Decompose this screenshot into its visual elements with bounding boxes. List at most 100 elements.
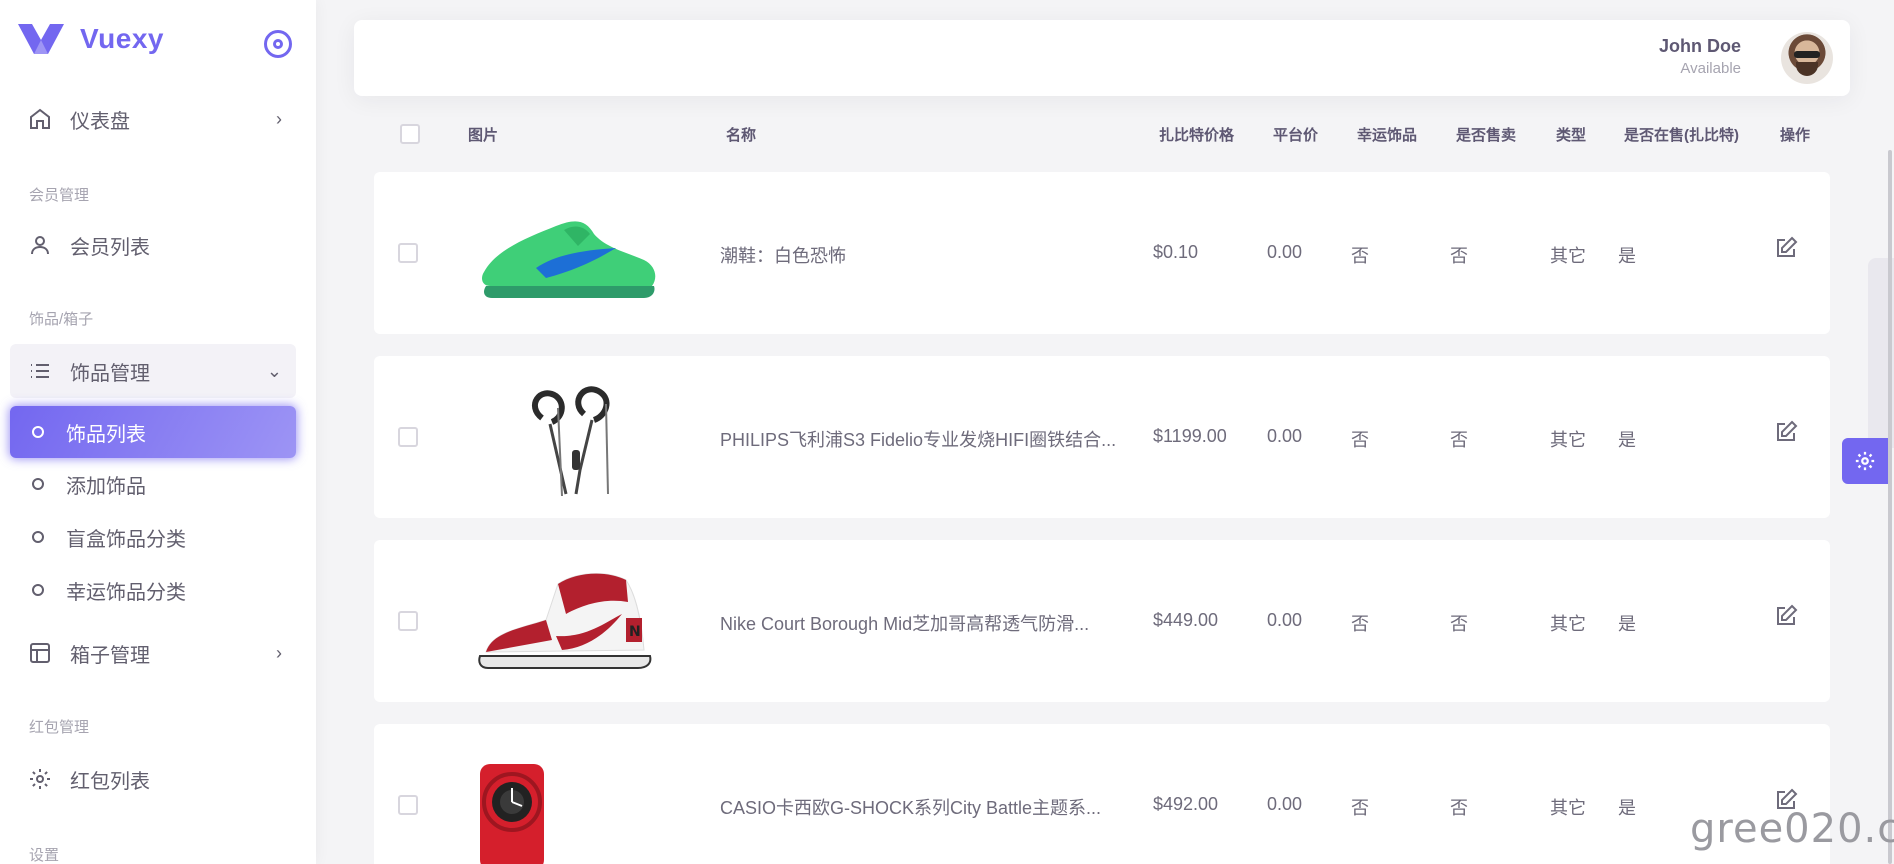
gear-icon [28,767,52,791]
cell-for-sale: 否 [1450,614,1468,634]
sidebar-item-label: 会员列表 [70,236,150,259]
sidebar-item-label: 幸运饰品分类 [66,581,186,604]
scrollbar[interactable] [1888,150,1892,864]
cell-platform-price: 0.00 [1267,794,1303,814]
cell-for-sale: 否 [1450,798,1468,818]
cell-name: PHILIPS飞利浦S3 Fidelio专业发烧HIFI圈铁结合... [720,430,1117,450]
edit-icon[interactable] [1774,604,1798,628]
chevron-right-icon: › [276,642,282,663]
sidebar-item-redpacket-list[interactable]: 红包列表 [10,752,296,806]
chevron-down-icon: ⌄ [266,360,282,381]
row-checkbox[interactable] [398,243,418,263]
sidebar-subitem-lucky-category[interactable]: 幸运饰品分类 [10,564,296,616]
edit-icon[interactable] [1774,236,1798,260]
sidebar-item-item-mgmt[interactable]: 饰品管理 ⌄ [10,344,296,398]
cell-zbt-price: $449.00 [1153,610,1219,630]
cell-zbt-on-sale: 是 [1618,798,1636,818]
section-header-redpacket: 红包管理 [29,719,90,736]
avatar-beard [1796,62,1818,76]
select-all-checkbox[interactable] [400,124,420,144]
cell-zbt-price: $492.00 [1153,794,1219,814]
top-navbar: John Doe Available [354,20,1850,96]
sidebar-item-label: 仪表盘 [70,110,130,133]
brand-name: Vuexy [80,23,164,54]
row-checkbox[interactable] [398,795,418,815]
avatar[interactable] [1781,32,1833,84]
cell-lucky: 否 [1351,798,1369,818]
header-actions: 操作 [1780,127,1811,144]
red-sneaker-image: N [478,573,652,669]
cell-zbt-on-sale: 是 [1618,430,1636,450]
cell-name: 潮鞋：白色恐怖 [720,246,846,266]
user-status: Available [1680,60,1741,77]
section-header-settings: 设置 [29,847,60,864]
header-platform-price: 平台价 [1273,127,1319,144]
header-for-sale: 是否售卖 [1456,127,1517,144]
cell-type: 其它 [1550,246,1586,266]
header-image: 图片 [468,127,499,144]
cell-name: Nike Court Borough Mid芝加哥高帮透气防滑... [720,614,1090,634]
sidebar-subitem-add-item[interactable]: 添加饰品 [10,458,296,510]
chevron-right-icon: › [276,108,282,129]
sidebar: Vuexy 仪表盘 › 会员管理 会员列表 饰品/箱子 饰品管理 ⌄ 饰品列表 … [0,0,316,864]
cell-zbt-price: $0.10 [1153,242,1199,262]
gear-icon [1855,451,1875,471]
sidebar-item-label: 饰品列表 [66,423,146,446]
section-header-members: 会员管理 [29,187,90,204]
green-sneaker-image [482,221,656,298]
table-header: 图片 名称 扎比特价格 平台价 幸运饰品 是否售卖 类型 是否在售(扎比特) 操… [374,112,1830,154]
red-watch-image [480,764,544,864]
user-name[interactable]: John Doe [1659,36,1741,57]
cell-type: 其它 [1550,614,1586,634]
header-name: 名称 [726,127,757,144]
table-row: N Nike Court Borough Mid芝加哥高帮透气防滑... $44… [374,540,1830,702]
edit-icon[interactable] [1774,420,1798,444]
layout-icon [28,641,52,665]
cell-platform-price: 0.00 [1267,242,1303,262]
circle-icon [32,531,44,543]
table-row: 潮鞋：白色恐怖 $0.10 0.00 否 否 其它 是 [374,172,1830,334]
sidebar-item-label: 红包列表 [70,770,150,793]
sidebar-item-member-list[interactable]: 会员列表 [10,218,296,272]
avatar-glasses [1794,51,1820,58]
circle-icon [32,426,44,438]
sidebar-item-label: 盲盒饰品分类 [66,528,186,551]
circle-icon [32,478,44,490]
customizer-toggle-button[interactable] [1842,438,1888,484]
earphones-image [532,386,610,497]
table-row: PHILIPS飞利浦S3 Fidelio专业发烧HIFI圈铁结合... $119… [374,356,1830,518]
watermark: gree020.cn [1690,806,1894,852]
vuexy-logo-icon [18,24,64,54]
circle-icon [32,584,44,596]
cell-zbt-on-sale: 是 [1618,614,1636,634]
sidebar-item-box-mgmt[interactable]: 箱子管理 › [10,626,296,680]
header-lucky: 幸运饰品 [1357,127,1418,144]
sidebar-subitem-blindbox-category[interactable]: 盲盒饰品分类 [10,511,296,563]
cell-platform-price: 0.00 [1267,610,1303,630]
cell-zbt-on-sale: 是 [1618,246,1636,266]
sidebar-item-label: 添加饰品 [66,475,146,498]
header-zbt-price: 扎比特价格 [1159,127,1235,144]
header-type: 类型 [1556,127,1587,144]
cell-platform-price: 0.00 [1267,426,1303,446]
cell-zbt-price: $1199.00 [1153,426,1227,446]
section-header-items: 饰品/箱子 [29,311,94,328]
sidebar-item-label: 饰品管理 [70,362,150,385]
cell-for-sale: 否 [1450,430,1468,450]
cell-lucky: 否 [1351,614,1369,634]
row-checkbox[interactable] [398,427,418,447]
brand[interactable]: Vuexy [18,22,164,56]
list-icon [28,359,52,383]
user-icon [28,233,52,257]
sidebar-item-dashboard[interactable]: 仪表盘 › [10,92,296,146]
cell-for-sale: 否 [1450,246,1468,266]
table-row: CASIO卡西欧G-SHOCK系列City Battle主题系... $492.… [374,724,1830,864]
row-checkbox[interactable] [398,611,418,631]
cell-name: CASIO卡西欧G-SHOCK系列City Battle主题系... [720,798,1102,818]
sidebar-subitem-item-list[interactable]: 饰品列表 [10,406,296,458]
header-zbt-on-sale: 是否在售(扎比特) [1624,127,1739,144]
radio-circle-icon[interactable] [264,30,292,58]
cell-type: 其它 [1550,798,1586,818]
cell-lucky: 否 [1351,246,1369,266]
home-icon [28,107,52,131]
